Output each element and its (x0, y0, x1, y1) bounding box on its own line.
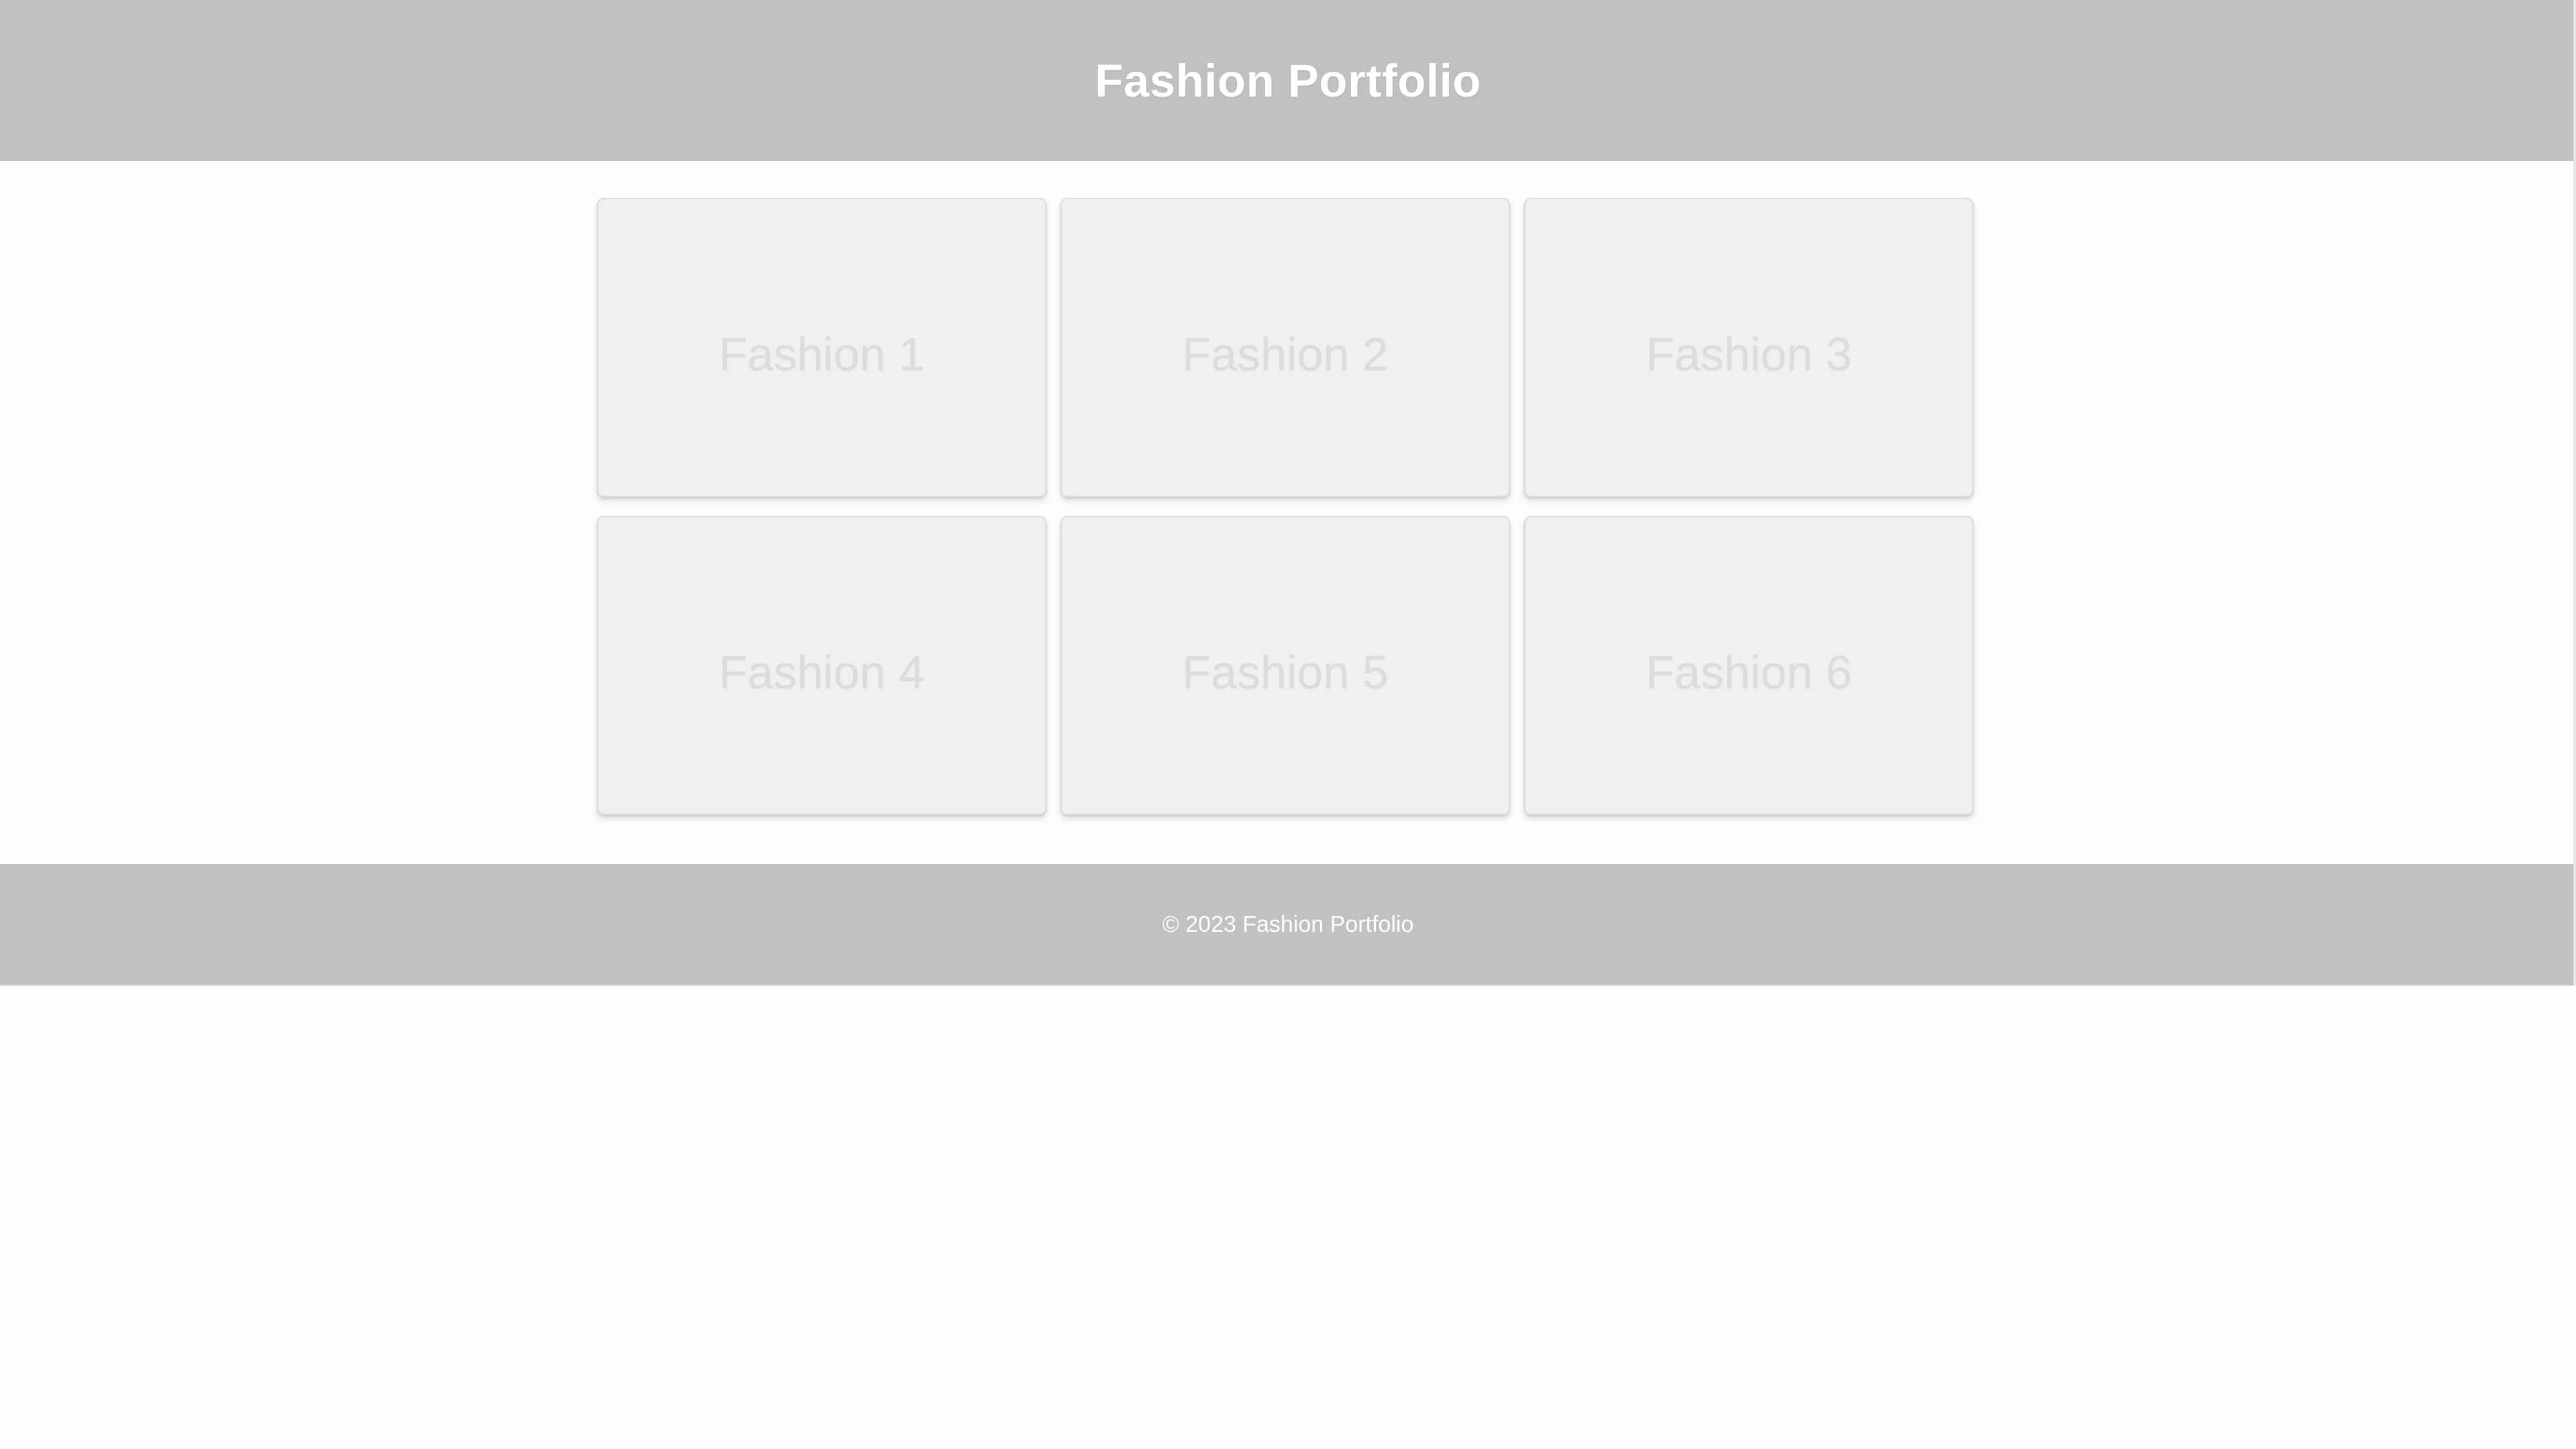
portfolio-gallery: Fashion 1 Fashion 2 Fashion 3 Fashion 4 … (597, 198, 1974, 815)
scrollbar-edge[interactable] (2573, 0, 2576, 985)
site-footer: © 2023 Fashion Portfolio (0, 864, 2576, 985)
gallery-card-5[interactable]: Fashion 5 (1061, 516, 1510, 815)
gallery-card-label: Fashion 5 (1182, 646, 1389, 698)
gallery-card-label: Fashion 1 (718, 328, 925, 380)
gallery-card-4[interactable]: Fashion 4 (597, 516, 1046, 815)
gallery-card-label: Fashion 2 (1182, 328, 1389, 380)
site-header: Fashion Portfolio (0, 0, 2576, 161)
copyright-text: © 2023 Fashion Portfolio (1162, 912, 1414, 937)
gallery-card-label: Fashion 4 (718, 646, 925, 698)
gallery-card-1[interactable]: Fashion 1 (597, 198, 1046, 497)
gallery-card-2[interactable]: Fashion 2 (1061, 198, 1510, 497)
page-title: Fashion Portfolio (1095, 54, 1481, 107)
gallery-card-label: Fashion 3 (1646, 328, 1852, 380)
gallery-card-3[interactable]: Fashion 3 (1524, 198, 1974, 497)
gallery-card-label: Fashion 6 (1646, 646, 1852, 698)
gallery-card-6[interactable]: Fashion 6 (1524, 516, 1974, 815)
